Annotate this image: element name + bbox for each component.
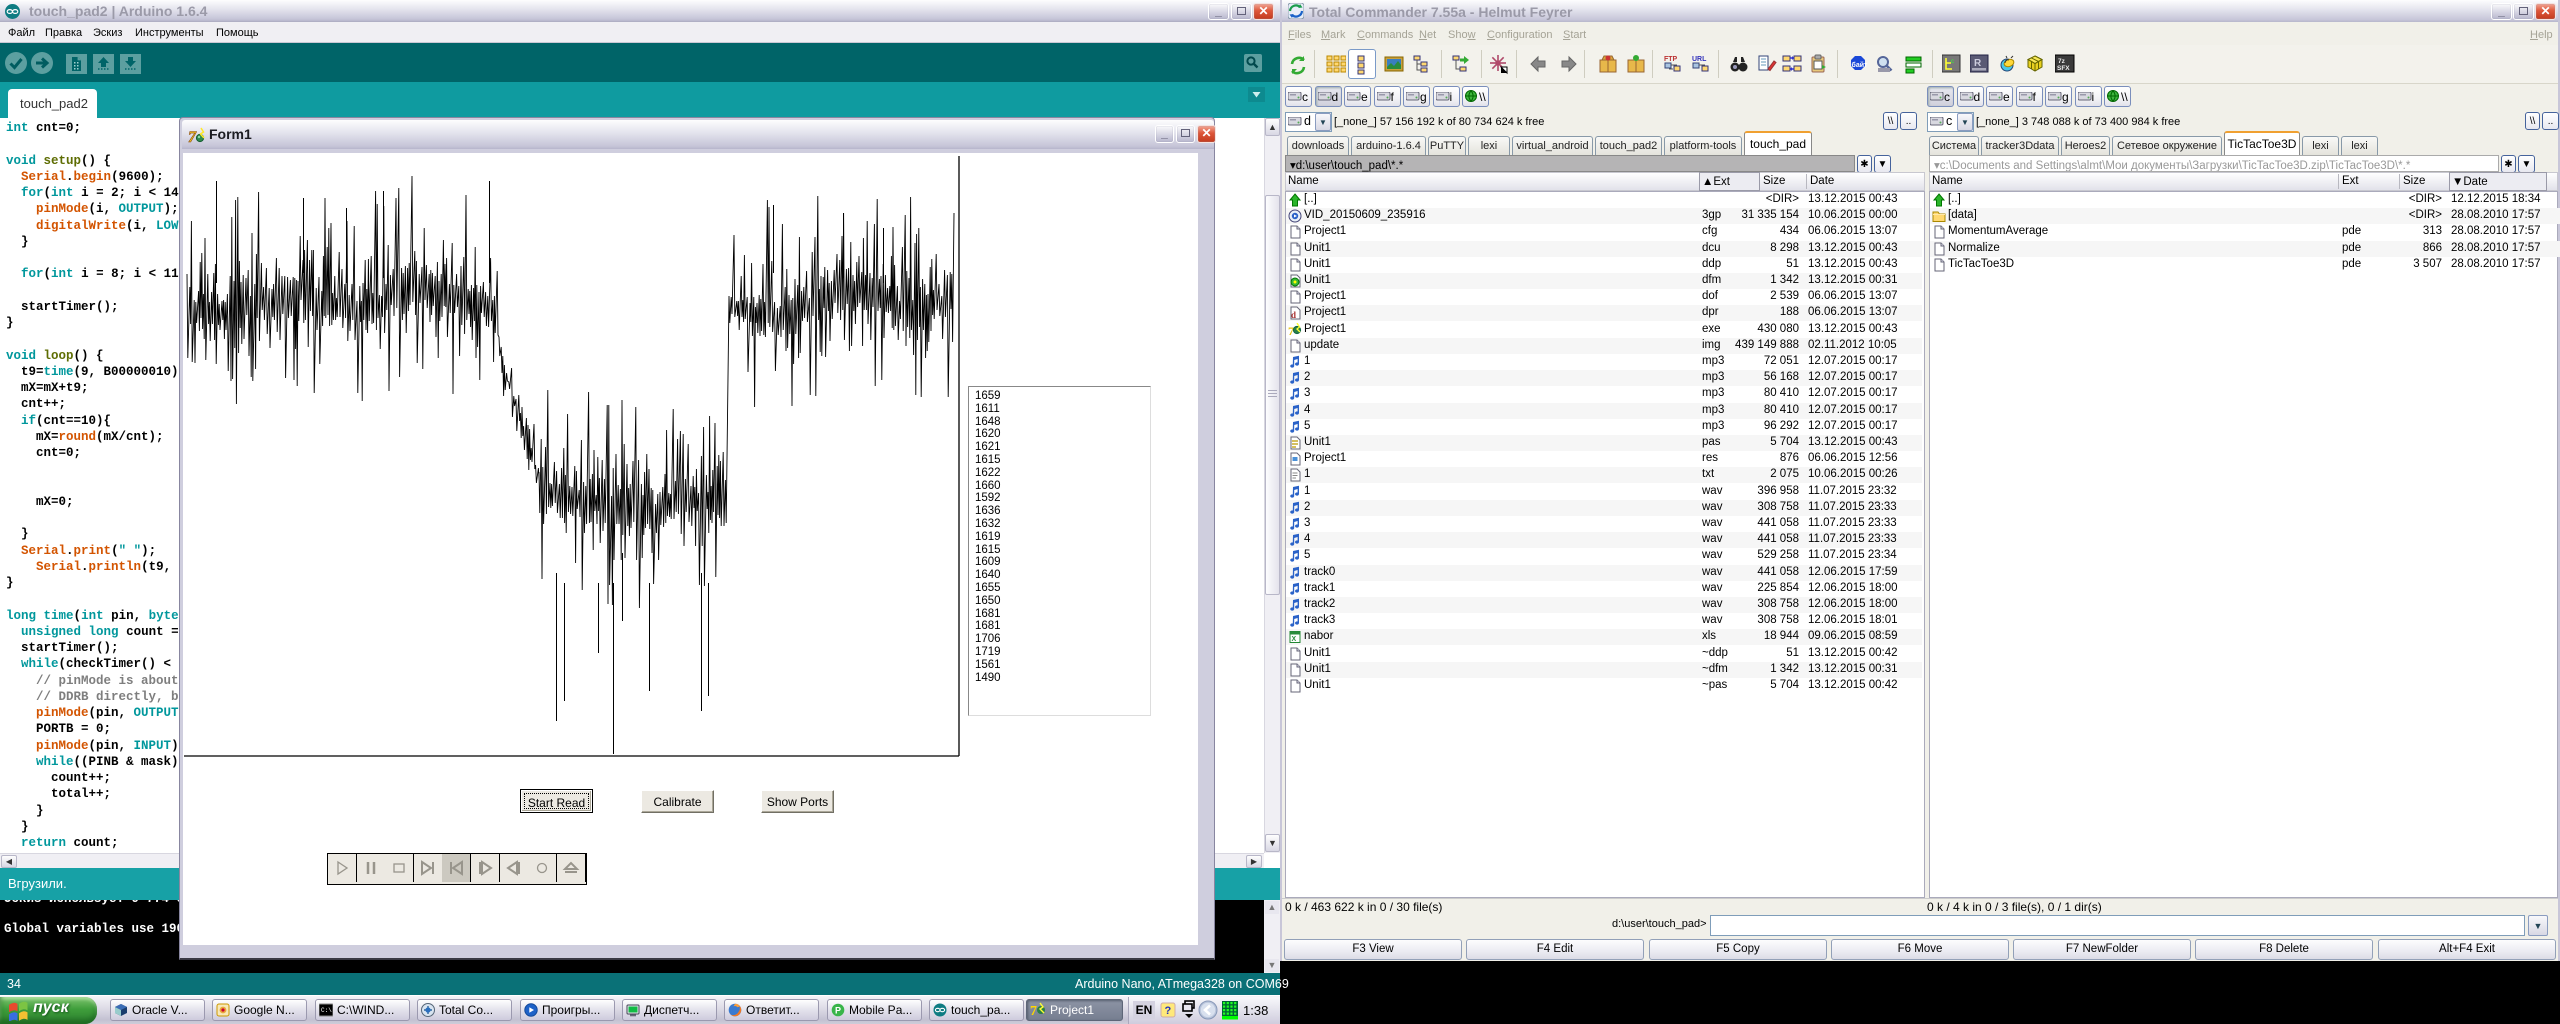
svg-text:X: X: [1292, 636, 1297, 643]
svg-text:FTP: FTP: [1664, 56, 1678, 63]
svg-text:7: 7: [188, 129, 197, 144]
svg-text:байт: байт: [1852, 61, 1869, 69]
svg-text:URL: URL: [1692, 56, 1707, 63]
svg-text:d: d: [1291, 310, 1296, 320]
svg-text:?: ?: [1165, 1005, 1172, 1017]
svg-text:R: R: [1974, 58, 1982, 69]
svg-text:7z: 7z: [2058, 58, 2066, 65]
svg-text:SFX: SFX: [2057, 65, 2070, 72]
svg-text:7: 7: [1030, 1004, 1037, 1018]
svg-text:c: c: [1951, 59, 1954, 65]
svg-text:C:\: C:\: [321, 1007, 332, 1014]
svg-text:P: P: [835, 1006, 841, 1016]
